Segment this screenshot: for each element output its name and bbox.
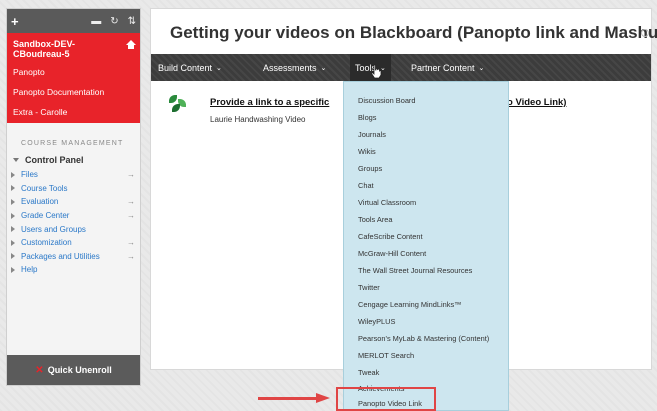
tools-item-wsj-resources[interactable]: The Wall Street Journal Resources <box>358 266 472 275</box>
panel-item-label: Grade Center <box>21 211 70 221</box>
menu-label: Assessments <box>263 62 317 73</box>
caret-right-icon <box>11 212 15 219</box>
home-icon[interactable] <box>126 40 136 50</box>
caret-right-icon <box>11 185 15 192</box>
tools-item-virtual-classroom[interactable]: Virtual Classroom <box>358 198 416 207</box>
panel-item-label: Evaluation <box>21 197 59 207</box>
panel-item-label: Users and Groups <box>21 224 86 234</box>
annotation-arrow-head <box>316 393 330 403</box>
tools-item-merlot-search[interactable]: MERLOT Search <box>358 351 414 360</box>
quick-unenroll-label: Quick Unenroll <box>47 365 112 375</box>
partner-content-menu[interactable]: Partner Content ⌄ <box>411 54 484 81</box>
course-sidebar: + ▬ ↻ ⇅ Sandbox-DEV-CBoudreau-5 Panopto … <box>6 8 141 386</box>
course-link-panopto-documentation[interactable]: Panopto Documentation <box>13 87 136 97</box>
panel-item-customization[interactable]: Customization → <box>7 236 140 250</box>
control-panel-label: Control Panel <box>25 155 84 165</box>
tools-item-wikis[interactable]: Wikis <box>358 147 376 156</box>
panel-item-grade-center[interactable]: Grade Center → <box>7 209 140 223</box>
course-name[interactable]: Sandbox-DEV-CBoudreau-5 <box>13 39 126 59</box>
chevron-down-icon: ⌄ <box>216 64 222 72</box>
sort-icon[interactable]: ⇅ <box>128 16 136 27</box>
course-management-heading: COURSE MANAGEMENT <box>21 140 124 147</box>
caret-right-icon <box>11 266 15 273</box>
tools-item-tools-area[interactable]: Tools Area <box>358 215 393 224</box>
caret-down-icon <box>13 158 19 162</box>
panel-item-help[interactable]: Help <box>7 263 140 277</box>
caret-right-icon <box>11 198 15 205</box>
chevron-down-icon: ⌄ <box>320 64 327 72</box>
course-link-extra-carolle[interactable]: Extra - Carolle <box>13 107 136 117</box>
tools-item-tweak[interactable]: Tweak <box>358 368 379 377</box>
page-title: Getting your videos on Blackboard (Panop… <box>170 23 657 42</box>
panel-item-users-and-groups[interactable]: Users and Groups <box>7 222 140 236</box>
tools-item-journals[interactable]: Journals <box>358 130 386 139</box>
panopto-logo-icon <box>169 95 186 112</box>
tools-item-cengage-mindlinks[interactable]: Cengage Learning MindLinks™ <box>358 300 462 309</box>
assessments-menu[interactable]: Assessments ⌄ <box>263 54 326 81</box>
action-bar: Build Content ⌄ Assessments ⌄ Tools ⌄ Pa… <box>151 54 651 81</box>
panel-item-label: Packages and Utilities <box>21 251 100 261</box>
tools-item-blogs[interactable]: Blogs <box>358 113 377 122</box>
tools-item-cafescribe-content[interactable]: CafeScribe Content <box>358 232 423 241</box>
tools-item-mcgraw-hill-content[interactable]: McGraw-Hill Content <box>358 249 426 258</box>
arrow-right-icon: → <box>127 211 135 221</box>
arrow-right-icon: → <box>127 251 135 261</box>
sidebar-toolbar: + ▬ ↻ ⇅ <box>7 9 140 33</box>
panel-item-label: Course Tools <box>21 183 68 193</box>
content-item-description: Laurie Handwashing Video <box>210 115 306 124</box>
add-menu-item-button[interactable]: + <box>11 14 19 29</box>
caret-right-icon <box>11 226 15 233</box>
panel-item-label: Help <box>21 265 38 275</box>
panel-item-evaluation[interactable]: Evaluation → <box>7 195 140 209</box>
course-menu: Sandbox-DEV-CBoudreau-5 Panopto Panopto … <box>7 33 140 123</box>
annotation-arrow <box>258 397 318 400</box>
close-icon: ✕ <box>35 364 44 376</box>
hand-cursor-icon <box>370 64 382 79</box>
folder-icon[interactable]: ▬ <box>91 16 101 27</box>
caret-right-icon <box>11 253 15 260</box>
tools-item-discussion-board[interactable]: Discussion Board <box>358 96 416 105</box>
tools-item-groups[interactable]: Groups <box>358 164 382 173</box>
menu-label: Build Content <box>158 62 213 73</box>
tools-item-chat[interactable]: Chat <box>358 181 374 190</box>
content-item-title-end[interactable]: o Video Link) <box>507 97 566 108</box>
arrow-right-icon: → <box>127 170 135 180</box>
panel-item-label: Files <box>21 170 38 180</box>
menu-label: Partner Content <box>411 62 475 73</box>
build-content-menu[interactable]: Build Content ⌄ <box>158 54 222 81</box>
tools-item-wileyplus[interactable]: WileyPLUS <box>358 317 395 326</box>
title-options-icon[interactable] <box>641 29 649 37</box>
arrow-right-icon: → <box>127 238 135 248</box>
panel-item-packages-and-utilities[interactable]: Packages and Utilities → <box>7 250 140 264</box>
panel-item-label: Customization <box>21 238 72 248</box>
panel-item-files[interactable]: Files → <box>7 168 140 182</box>
arrow-right-icon: → <box>127 197 135 207</box>
panel-item-course-tools[interactable]: Course Tools <box>7 182 140 196</box>
chevron-down-icon: ⌄ <box>478 64 485 72</box>
tools-item-twitter[interactable]: Twitter <box>358 283 380 292</box>
control-panel-toggle[interactable]: Control Panel <box>13 155 140 165</box>
caret-right-icon <box>11 239 15 246</box>
highlight-box <box>336 387 436 411</box>
content-item-title[interactable]: Provide a link to a specific <box>210 97 329 108</box>
refresh-icon[interactable]: ↻ <box>110 16 118 27</box>
tools-item-pearson-mylab[interactable]: Pearson's MyLab & Mastering (Content) <box>358 334 489 343</box>
quick-unenroll-button[interactable]: ✕ Quick Unenroll <box>7 355 140 385</box>
tools-dropdown: Discussion Board Blogs Journals Wikis Gr… <box>343 81 509 411</box>
course-link-panopto[interactable]: Panopto <box>13 67 136 77</box>
caret-right-icon <box>11 171 15 178</box>
